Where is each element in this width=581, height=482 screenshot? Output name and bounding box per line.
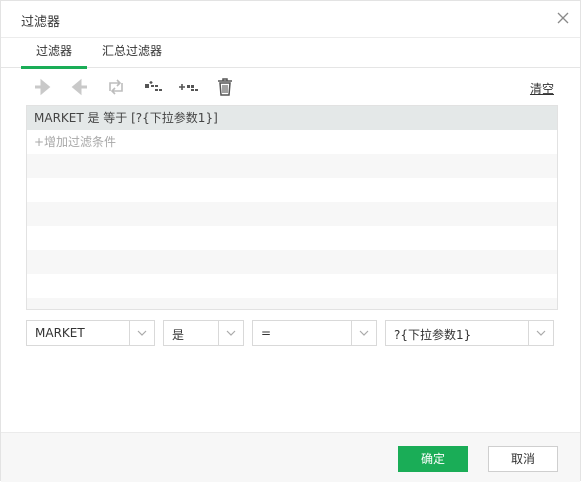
tab-filter[interactable]: 过滤器: [21, 42, 87, 69]
empty-row: [27, 298, 557, 309]
tab-summary-filter[interactable]: 汇总过滤器: [102, 42, 162, 64]
clear-button[interactable]: 清空: [530, 80, 554, 97]
operator-select[interactable]: =: [252, 320, 377, 346]
chevron-down-icon: [137, 330, 147, 336]
value-select[interactable]: ?{下拉参数1}: [385, 320, 554, 346]
empty-row: [27, 250, 557, 274]
arrow-left-icon[interactable]: [68, 76, 90, 98]
add-child-condition-icon[interactable]: [142, 76, 164, 98]
dialog-footer: 确定 取消: [1, 432, 580, 482]
condition-list: MARKET 是 等于 [?{下拉参数1}] +增加过滤条件: [26, 105, 558, 310]
condition-row[interactable]: MARKET 是 等于 [?{下拉参数1}]: [27, 106, 557, 130]
negation-select-value: 是: [172, 328, 185, 342]
delete-icon[interactable]: [214, 76, 236, 98]
add-condition-link[interactable]: +增加过滤条件: [27, 130, 557, 154]
tab-bar: 过滤器 汇总过滤器: [1, 38, 580, 69]
chevron-down-icon: [359, 330, 369, 336]
empty-row: [27, 154, 557, 178]
value-select-arrow[interactable]: [528, 321, 553, 345]
dialog-title: 过滤器: [21, 15, 61, 30]
chevron-down-icon: [226, 330, 236, 336]
arrow-right-icon[interactable]: [32, 76, 54, 98]
empty-row: [27, 202, 557, 226]
cancel-button[interactable]: 取消: [488, 446, 558, 472]
negation-select-arrow[interactable]: [218, 321, 243, 345]
condition-toolbar: 清空: [26, 76, 558, 98]
dialog-titlebar: 过滤器: [1, 1, 580, 38]
operator-select-arrow[interactable]: [351, 321, 376, 345]
field-select-arrow[interactable]: [129, 321, 154, 345]
field-select[interactable]: MARKET: [26, 320, 155, 346]
filter-dialog: 过滤器 过滤器 汇总过滤器 清空 MARKET 是 等于 [?{下拉参数1}] …: [0, 0, 581, 482]
chevron-down-icon: [536, 330, 546, 336]
close-icon[interactable]: [556, 11, 570, 25]
negation-select[interactable]: 是: [163, 320, 244, 346]
swap-icon[interactable]: [105, 76, 127, 98]
ok-button[interactable]: 确定: [398, 446, 468, 472]
empty-row: [27, 226, 557, 250]
operator-select-value: =: [261, 326, 272, 340]
empty-row: [27, 178, 557, 202]
value-select-value: ?{下拉参数1}: [394, 328, 472, 342]
add-condition-icon[interactable]: [177, 76, 199, 98]
empty-row: [27, 274, 557, 298]
field-select-value: MARKET: [35, 326, 85, 340]
